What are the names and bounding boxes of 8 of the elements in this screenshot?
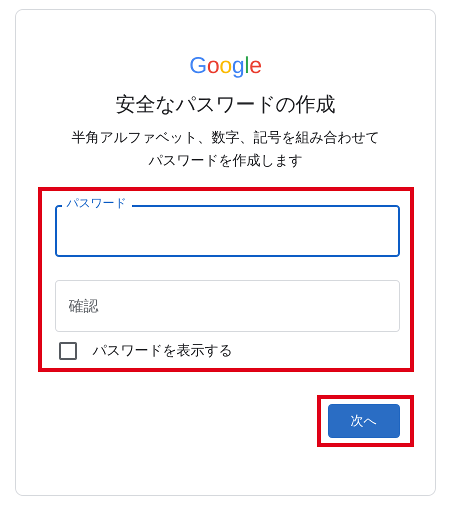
description-text: パスワードを作成します: [148, 152, 302, 171]
next-button[interactable]: 次へ: [328, 404, 400, 438]
checkbox[interactable]: [58, 342, 76, 360]
checkbox-label: パスワードを表示する: [92, 342, 232, 360]
description-text: 半角アルファベット、数字、記号を組み合わせて: [72, 129, 380, 148]
logo: Google: [189, 52, 262, 78]
field-label: パスワード: [62, 195, 132, 211]
page-title: 安全なパスワードの作成: [116, 91, 336, 117]
